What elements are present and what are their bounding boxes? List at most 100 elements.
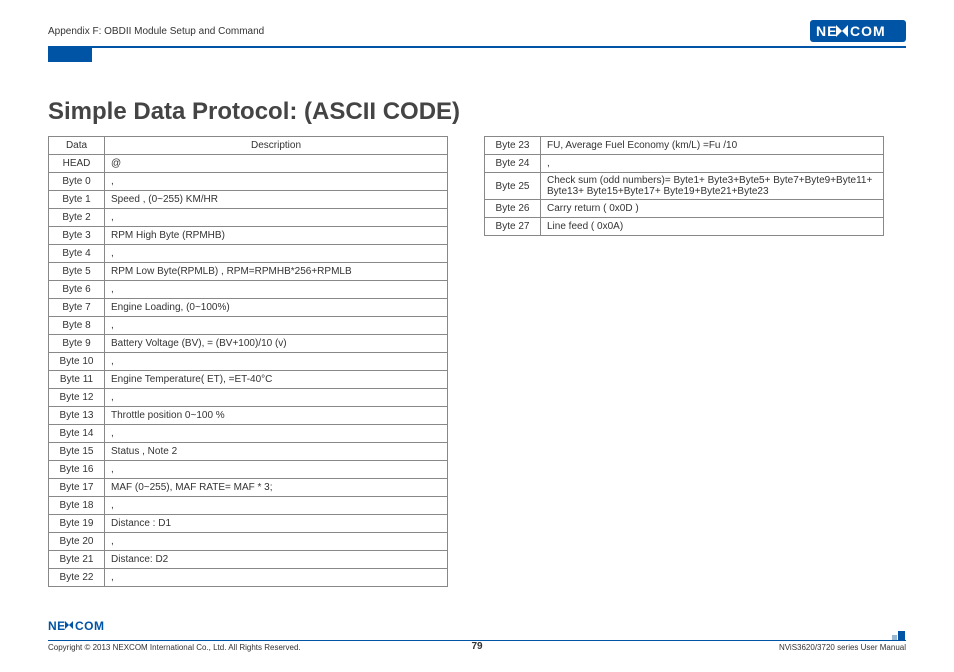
page-footer: NE COM Copyright © 2013 NEXCOM Internati…: [48, 619, 906, 652]
cell-description: ,: [105, 497, 448, 515]
cell-byte: Byte 26: [485, 200, 541, 218]
table-row: Byte 15Status , Note 2: [49, 443, 448, 461]
table-row: Byte 24,: [485, 155, 884, 173]
brand-logo-bottom: NE COM: [48, 619, 906, 638]
header-tab-decoration: [48, 48, 92, 62]
page-title: Simple Data Protocol: (ASCII CODE): [48, 98, 906, 126]
cell-description: Speed , (0~255) KM/HR: [105, 191, 448, 209]
cell-byte: Byte 13: [49, 407, 105, 425]
cell-description: RPM Low Byte(RPMLB) , RPM=RPMHB*256+RPML…: [105, 263, 448, 281]
footer-decoration-icon: [892, 631, 906, 643]
cell-byte: Byte 22: [49, 569, 105, 587]
table-row: Byte 14,: [49, 425, 448, 443]
appendix-label: Appendix F: OBDII Module Setup and Comma…: [48, 26, 264, 37]
svg-text:NE: NE: [816, 23, 837, 39]
table-row: Byte 0,: [49, 173, 448, 191]
svg-text:COM: COM: [850, 23, 886, 39]
table-row: HEAD@: [49, 155, 448, 173]
cell-description: ,: [105, 317, 448, 335]
cell-description: Check sum (odd numbers)= Byte1+ Byte3+By…: [541, 173, 884, 200]
cell-description: ,: [105, 461, 448, 479]
cell-description: @: [105, 155, 448, 173]
cell-byte: Byte 9: [49, 335, 105, 353]
cell-byte: Byte 8: [49, 317, 105, 335]
cell-description: FU, Average Fuel Economy (km/L) =Fu /10: [541, 137, 884, 155]
cell-byte: Byte 12: [49, 389, 105, 407]
cell-description: MAF (0~255), MAF RATE= MAF * 3;: [105, 479, 448, 497]
cell-byte: Byte 7: [49, 299, 105, 317]
cell-description: ,: [105, 281, 448, 299]
cell-description: Battery Voltage (BV), = (BV+100)/10 (v): [105, 335, 448, 353]
cell-byte: Byte 4: [49, 245, 105, 263]
table-row: Byte 3RPM High Byte (RPMHB): [49, 227, 448, 245]
table-row: Byte 21Distance: D2: [49, 551, 448, 569]
cell-byte: Byte 18: [49, 497, 105, 515]
cell-byte: Byte 21: [49, 551, 105, 569]
cell-description: Distance : D1: [105, 515, 448, 533]
cell-byte: Byte 15: [49, 443, 105, 461]
table-row: Byte 8,: [49, 317, 448, 335]
table-row: Byte 11Engine Temperature( ET), =ET-40°C: [49, 371, 448, 389]
table-row: Byte 22,: [49, 569, 448, 587]
table-row: Byte 20,: [49, 533, 448, 551]
cell-description: Carry return ( 0x0D ): [541, 200, 884, 218]
cell-byte: Byte 10: [49, 353, 105, 371]
protocol-table-right: Byte 23FU, Average Fuel Economy (km/L) =…: [484, 136, 884, 236]
cell-byte: Byte 6: [49, 281, 105, 299]
manual-name: NViS3620/3720 series User Manual: [779, 643, 906, 652]
svg-text:COM: COM: [75, 619, 105, 633]
copyright-text: Copyright © 2013 NEXCOM International Co…: [48, 643, 301, 652]
cell-byte: Byte 1: [49, 191, 105, 209]
table-row: Byte 17MAF (0~255), MAF RATE= MAF * 3;: [49, 479, 448, 497]
cell-description: Distance: D2: [105, 551, 448, 569]
tables-container: Data Description HEAD@Byte 0,Byte 1Speed…: [48, 136, 906, 587]
table-row: Byte 10,: [49, 353, 448, 371]
table-row: Byte 4,: [49, 245, 448, 263]
cell-byte: Byte 19: [49, 515, 105, 533]
cell-description: ,: [105, 389, 448, 407]
protocol-table-left: Data Description HEAD@Byte 0,Byte 1Speed…: [48, 136, 448, 587]
table-header-row: Data Description: [49, 137, 448, 155]
cell-description: ,: [105, 245, 448, 263]
cell-description: Engine Loading, (0~100%): [105, 299, 448, 317]
cell-description: Status , Note 2: [105, 443, 448, 461]
cell-description: ,: [541, 155, 884, 173]
cell-byte: Byte 2: [49, 209, 105, 227]
cell-byte: Byte 24: [485, 155, 541, 173]
cell-byte: Byte 25: [485, 173, 541, 200]
table-row: Byte 13Throttle position 0~100 %: [49, 407, 448, 425]
cell-byte: Byte 16: [49, 461, 105, 479]
cell-description: ,: [105, 425, 448, 443]
cell-description: ,: [105, 173, 448, 191]
brand-logo-top: NE COM: [810, 20, 906, 42]
cell-byte: Byte 23: [485, 137, 541, 155]
col-header-description: Description: [105, 137, 448, 155]
table-row: Byte 19Distance : D1: [49, 515, 448, 533]
table-row: Byte 27Line feed ( 0x0A): [485, 218, 884, 236]
cell-description: Line feed ( 0x0A): [541, 218, 884, 236]
cell-byte: Byte 0: [49, 173, 105, 191]
table-row: Byte 6,: [49, 281, 448, 299]
cell-description: ,: [105, 569, 448, 587]
table-row: Byte 25Check sum (odd numbers)= Byte1+ B…: [485, 173, 884, 200]
cell-byte: Byte 11: [49, 371, 105, 389]
table-row: Byte 12,: [49, 389, 448, 407]
table-row: Byte 2,: [49, 209, 448, 227]
cell-byte: Byte 14: [49, 425, 105, 443]
cell-description: RPM High Byte (RPMHB): [105, 227, 448, 245]
page-number: 79: [471, 641, 482, 652]
table-row: Byte 5RPM Low Byte(RPMLB) , RPM=RPMHB*25…: [49, 263, 448, 281]
cell-description: Engine Temperature( ET), =ET-40°C: [105, 371, 448, 389]
cell-byte: Byte 5: [49, 263, 105, 281]
table-row: Byte 26Carry return ( 0x0D ): [485, 200, 884, 218]
cell-byte: Byte 20: [49, 533, 105, 551]
svg-text:NE: NE: [48, 619, 66, 633]
table-row: Byte 16,: [49, 461, 448, 479]
cell-description: ,: [105, 353, 448, 371]
table-row: Byte 9Battery Voltage (BV), = (BV+100)/1…: [49, 335, 448, 353]
cell-description: ,: [105, 533, 448, 551]
col-header-data: Data: [49, 137, 105, 155]
cell-description: Throttle position 0~100 %: [105, 407, 448, 425]
cell-byte: HEAD: [49, 155, 105, 173]
cell-byte: Byte 3: [49, 227, 105, 245]
